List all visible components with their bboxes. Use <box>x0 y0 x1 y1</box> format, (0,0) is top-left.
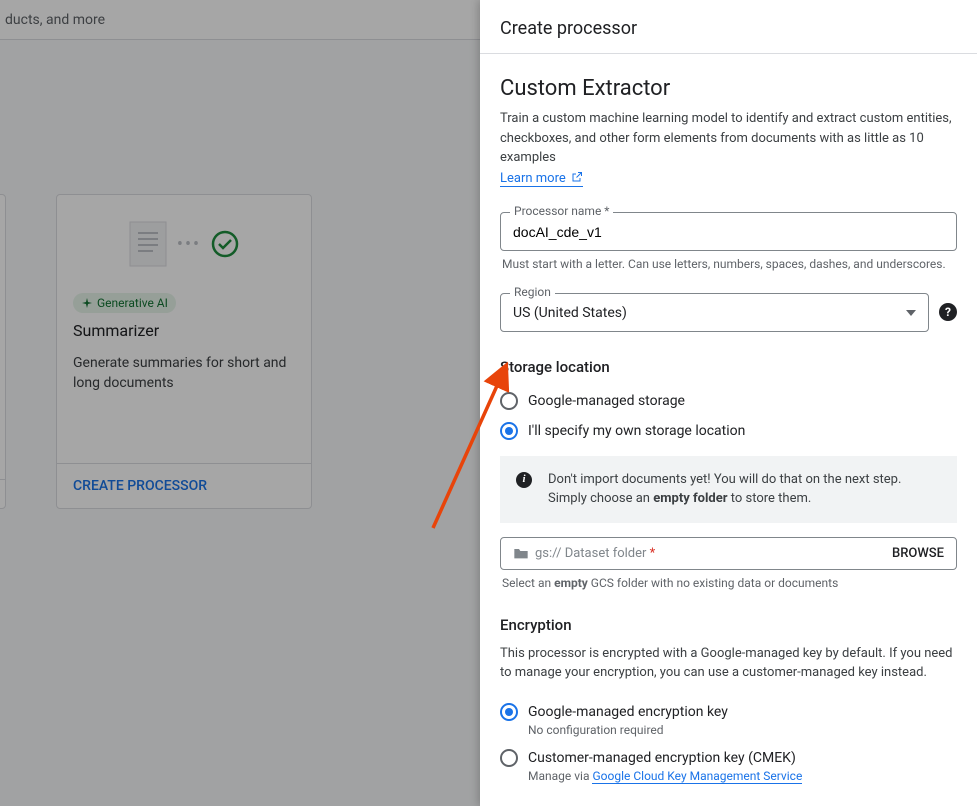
learn-more-link[interactable]: Learn more <box>500 171 583 187</box>
radio-cmek-sub: Manage via Google Cloud Key Management S… <box>528 769 957 783</box>
kms-link[interactable]: Google Cloud Key Management Service <box>592 769 802 784</box>
region-value: US (United States) <box>513 305 627 321</box>
radio-icon <box>500 392 518 410</box>
storage-heading: Storage location <box>500 358 957 376</box>
info-banner: i Don't import documents yet! You will d… <box>500 456 957 523</box>
radio-icon <box>500 703 518 721</box>
gcs-path-input[interactable]: gs:// Dataset folder * BROWSE <box>500 537 957 570</box>
processor-name-label: Processor name * <box>510 204 613 218</box>
radio-google-managed-storage[interactable]: Google-managed storage <box>500 386 957 416</box>
radio-icon <box>500 749 518 767</box>
browse-button[interactable]: BROWSE <box>892 546 944 561</box>
encryption-desc: This processor is encrypted with a Googl… <box>500 644 957 683</box>
folder-icon <box>513 546 529 560</box>
create-processor-drawer: Create processor Custom Extractor Train … <box>480 0 977 806</box>
radio-own-storage[interactable]: I'll specify my own storage location <box>500 416 957 446</box>
encryption-heading: Encryption <box>500 616 957 634</box>
region-label: Region <box>510 285 555 299</box>
section-desc: Train a custom machine learning model to… <box>500 109 957 168</box>
section-title: Custom Extractor <box>500 76 957 101</box>
open-in-new-icon <box>571 171 583 183</box>
info-icon: i <box>516 472 532 488</box>
region-select[interactable]: US (United States) <box>500 293 929 332</box>
drawer-title: Create processor <box>480 0 977 54</box>
radio-google-encryption-sub: No configuration required <box>528 723 957 737</box>
processor-name-helper: Must start with a letter. Can use letter… <box>500 257 957 271</box>
gcs-helper: Select an empty GCS folder with no exist… <box>500 576 957 590</box>
radio-icon <box>500 422 518 440</box>
dropdown-arrow-icon <box>906 310 916 316</box>
help-icon[interactable]: ? <box>939 303 957 321</box>
